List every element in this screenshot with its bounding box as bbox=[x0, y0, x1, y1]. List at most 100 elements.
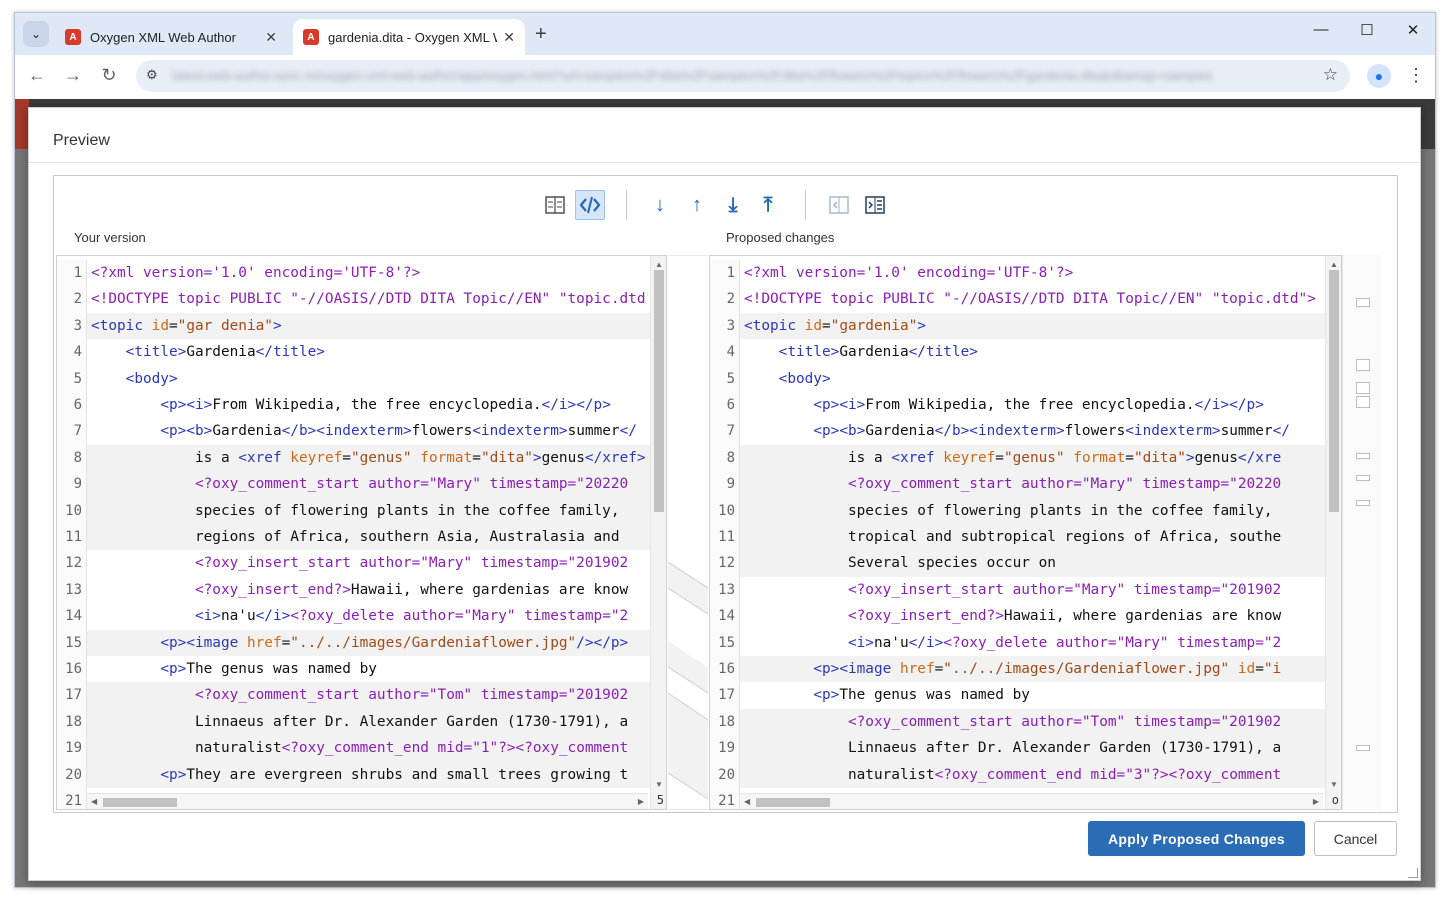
copy-change-left-icon[interactable] bbox=[824, 190, 854, 220]
left-code-line[interactable]: 14 <i>na'u</i><?oxy_delete author="Mary"… bbox=[57, 603, 666, 630]
new-tab-button[interactable]: + bbox=[535, 23, 547, 46]
line-number: 10 bbox=[710, 497, 740, 524]
browser-tab-gardenia[interactable]: A gardenia.dita - Oxygen XML Web Author … bbox=[293, 19, 525, 55]
code-text: <?oxy_comment_start author="Mary" timest… bbox=[194, 476, 629, 493]
change-marker[interactable] bbox=[1356, 382, 1370, 394]
reload-icon[interactable]: ↻ bbox=[97, 65, 121, 86]
proposed-changes-editor[interactable]: 21 20 naturalist<?oxy_comment_end mid="3"… bbox=[709, 255, 1342, 810]
diff-table-icon[interactable] bbox=[540, 190, 570, 220]
first-change-icon[interactable]: ⤒ bbox=[753, 190, 783, 220]
profile-avatar-icon[interactable]: ● bbox=[1367, 64, 1391, 88]
left-code-line[interactable]: 12 <?oxy_insert_start author="Mary" time… bbox=[57, 550, 666, 577]
right-code-line[interactable]: 3 <topic id="gardenia"> bbox=[710, 312, 1341, 340]
right-code-line[interactable]: 17 <p>The genus was named by bbox=[710, 682, 1341, 709]
right-code-line[interactable]: 10 species of flowering plants in the co… bbox=[710, 497, 1341, 524]
browser-toolbar: ← → ↻ ⚙ latest.web-author.sync.ro/oxygen… bbox=[15, 55, 1435, 99]
left-code-line[interactable]: 17 <?oxy_comment_start author="Tom" time… bbox=[57, 682, 666, 709]
code-text: <p>The genus was named by bbox=[160, 661, 377, 677]
minimize-window-button[interactable]: — bbox=[1301, 21, 1341, 38]
right-code-line[interactable]: 15 <i>na'u</i><?oxy_delete author="Mary"… bbox=[710, 629, 1341, 656]
next-change-icon[interactable]: ↓ bbox=[645, 190, 675, 220]
left-code-line[interactable]: 5 <body> bbox=[57, 365, 666, 392]
right-code-line[interactable]: 12 Several species occur on bbox=[710, 550, 1341, 577]
change-marker[interactable] bbox=[1356, 298, 1370, 307]
close-tab-icon[interactable]: ✕ bbox=[503, 29, 515, 46]
copy-all-changes-icon[interactable] bbox=[860, 190, 890, 220]
tab-title: gardenia.dita - Oxygen XML Web Author bbox=[328, 29, 497, 45]
left-code-line[interactable]: 1 <?xml version='1.0' encoding='UTF-8'?> bbox=[57, 260, 666, 287]
your-version-editor[interactable]: 21 20 <p>They are evergreen shrubs and sm… bbox=[56, 255, 667, 810]
right-code-line[interactable]: 4 <title>Gardenia</title> bbox=[710, 339, 1341, 366]
left-code-line[interactable]: 7 <p><b>Gardenia</b><indexterm>flowers<i… bbox=[57, 418, 666, 445]
browser-menu-icon[interactable]: ⋮ bbox=[1407, 65, 1425, 86]
right-code-line[interactable]: 20 naturalist<?oxy_comment_end mid="3"?>… bbox=[710, 761, 1341, 788]
horizontal-scrollbar[interactable]: ◀ ▶ bbox=[87, 793, 648, 809]
left-code-line[interactable]: 6 <p><i>From Wikipedia, the free encyclo… bbox=[57, 392, 666, 419]
back-arrow-icon[interactable]: ← bbox=[25, 65, 49, 86]
right-code-line[interactable]: 5 <body> bbox=[710, 365, 1341, 392]
right-code-line[interactable]: 1 <?xml version='1.0' encoding='UTF-8'?> bbox=[710, 260, 1341, 287]
code-text: <?oxy_insert_end?>Hawaii, where gardenia… bbox=[194, 581, 629, 598]
left-code-line[interactable]: 3 <topic id="gar denia"> bbox=[57, 312, 666, 340]
last-change-icon[interactable]: ⤓ bbox=[718, 190, 748, 220]
right-code-line[interactable]: 14 <?oxy_insert_end?>Hawaii, where garde… bbox=[710, 603, 1341, 630]
vertical-scrollbar[interactable]: ▲ ▼ bbox=[650, 256, 666, 809]
left-code-line[interactable]: 13 <?oxy_insert_end?>Hawaii, where garde… bbox=[57, 576, 666, 604]
apply-proposed-changes-button[interactable]: Apply Proposed Changes bbox=[1088, 821, 1305, 856]
right-code-line[interactable]: 19 Linnaeus after Dr. Alexander Garden (… bbox=[710, 735, 1341, 762]
left-code-line[interactable]: 18 Linnaeus after Dr. Alexander Garden (… bbox=[57, 708, 666, 736]
left-code-line[interactable]: 16 <p>The genus was named by bbox=[57, 656, 666, 683]
left-code-line[interactable]: 11 regions of Africa, southern Asia, Aus… bbox=[57, 524, 666, 551]
change-marker[interactable] bbox=[1356, 396, 1370, 408]
right-code-line[interactable]: 6 <p><i>From Wikipedia, the free encyclo… bbox=[710, 392, 1341, 419]
browser-tab-web-author[interactable]: A Oxygen XML Web Author ✕ bbox=[55, 19, 287, 55]
left-code-line[interactable]: 10 species of flowering plants in the co… bbox=[57, 497, 666, 524]
horizontal-scrollbar[interactable]: ◀ ▶ bbox=[740, 793, 1323, 809]
close-tab-icon[interactable]: ✕ bbox=[265, 29, 277, 46]
maximize-window-button[interactable]: ☐ bbox=[1347, 21, 1387, 39]
forward-arrow-icon[interactable]: → bbox=[61, 65, 85, 86]
address-bar[interactable]: ⚙ latest.web-author.sync.ro/oxygen-xml-w… bbox=[136, 60, 1350, 92]
left-code-line[interactable]: 8 is a <xref keyref="genus" format="dita… bbox=[57, 444, 666, 472]
right-code-line[interactable]: 18 <?oxy_comment_start author="Tom" time… bbox=[710, 708, 1341, 736]
right-code-line[interactable]: 2 <!DOCTYPE topic PUBLIC "-//OASIS//DTD D… bbox=[710, 286, 1341, 313]
line-number: 10 bbox=[57, 497, 87, 524]
change-marker[interactable] bbox=[1356, 500, 1370, 506]
right-code-line[interactable]: 7 <p><b>Gardenia</b><indexterm>flowers<i… bbox=[710, 418, 1341, 445]
diff-connectors bbox=[668, 561, 708, 800]
scrollbar-thumb[interactable] bbox=[103, 798, 177, 807]
right-code-line[interactable]: 9 <?oxy_comment_start author="Mary" time… bbox=[710, 471, 1341, 498]
tab-search-menu-button[interactable]: ⌄ bbox=[23, 21, 49, 47]
right-code-line[interactable]: 11 tropical and subtropical regions of A… bbox=[710, 524, 1341, 551]
left-code-line[interactable]: 4 <title>Gardenia</title> bbox=[57, 339, 666, 366]
change-overview-ruler[interactable] bbox=[1342, 255, 1382, 810]
scrollbar-thumb[interactable] bbox=[654, 270, 664, 512]
code-text: <p><image href="../../images/Gardeniaflo… bbox=[160, 634, 629, 651]
cancel-button[interactable]: Cancel bbox=[1314, 821, 1397, 856]
bookmark-star-icon[interactable]: ☆ bbox=[1323, 65, 1338, 85]
left-code-line[interactable]: 2 <!DOCTYPE topic PUBLIC "-//OASIS//DTD D… bbox=[57, 286, 666, 313]
vertical-scrollbar[interactable]: ▲ ▼ bbox=[1325, 256, 1341, 809]
code-text: <?oxy_comment_start author="Tom" timesta… bbox=[847, 713, 1282, 730]
left-code-line[interactable]: 19 naturalist<?oxy_comment_end mid="1"?>… bbox=[57, 735, 666, 762]
change-marker[interactable] bbox=[1356, 453, 1370, 459]
right-code-line[interactable]: 8 is a <xref keyref="genus" format="dita… bbox=[710, 444, 1341, 472]
previous-change-icon[interactable]: ↑ bbox=[682, 190, 712, 220]
right-code-line[interactable]: 16 <p><image href="../../images/Gardenia… bbox=[710, 656, 1341, 683]
close-window-button[interactable]: ✕ bbox=[1393, 21, 1433, 39]
change-marker[interactable] bbox=[1356, 475, 1370, 481]
left-code-line[interactable]: 15 <p><image href="../../images/Gardenia… bbox=[57, 629, 666, 656]
site-info-icon[interactable]: ⚙ bbox=[146, 67, 158, 83]
change-marker[interactable] bbox=[1356, 745, 1370, 751]
left-code-line[interactable]: 9 <?oxy_comment_start author="Mary" time… bbox=[57, 471, 666, 498]
code-text: Linnaeus after Dr. Alexander Garden (173… bbox=[91, 713, 629, 730]
code-text: Linnaeus after Dr. Alexander Garden (173… bbox=[744, 740, 1282, 757]
xml-source-icon[interactable] bbox=[575, 190, 605, 220]
resize-grip-icon[interactable] bbox=[1408, 868, 1418, 878]
right-code-line[interactable]: 13 <?oxy_insert_start author="Mary" time… bbox=[710, 576, 1341, 604]
code-text: <i>na'u</i><?oxy_delete author="Mary" ti… bbox=[847, 634, 1282, 651]
scrollbar-thumb[interactable] bbox=[756, 798, 830, 807]
scrollbar-thumb[interactable] bbox=[1329, 270, 1339, 512]
change-marker[interactable] bbox=[1356, 359, 1370, 371]
left-code-line[interactable]: 20 <p>They are evergreen shrubs and smal… bbox=[57, 761, 666, 788]
